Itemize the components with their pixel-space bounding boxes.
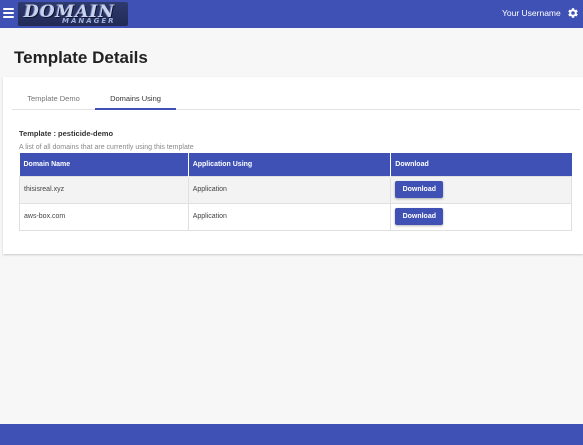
table-row: thisisreal.xyz Application Download [19,175,572,204]
app-logo[interactable]: DOMAIN MANAGER [18,2,128,26]
domain-name-cell: thisisreal.xyz [19,175,189,204]
app-header: DOMAIN MANAGER Your Username [0,0,583,28]
tab-domains-using[interactable]: Domains Using [95,87,176,110]
template-name-label: Template : pesticide-demo [19,129,114,138]
column-header-application-using[interactable]: Application Using [188,153,392,176]
tab-bar: Template Demo Domains Using [12,87,580,110]
application-cell: Application [187,175,392,204]
table-header-row: Domain Name Application Using Download [19,153,572,176]
hamburger-icon[interactable] [3,8,14,18]
page-title: Template Details [14,48,148,67]
download-button[interactable]: Download [395,208,444,225]
template-card: Template Demo Domains Using Template : p… [3,77,583,254]
app-footer [0,424,583,445]
download-button[interactable]: Download [395,181,444,198]
column-header-domain-name[interactable]: Domain Name [19,153,189,176]
download-cell: Download [390,202,572,231]
tab-template-demo[interactable]: Template Demo [12,87,95,110]
domain-name-cell: aws-box.com [19,202,189,231]
column-header-download[interactable]: Download [390,153,572,176]
download-cell: Download [390,175,572,204]
table-row: aws-box.com Application Download [19,202,572,231]
application-cell: Application [187,202,392,231]
active-tab-indicator [95,108,176,110]
template-description: A list of all domains that are currently… [19,144,194,151]
username-label[interactable]: Your Username [502,8,561,18]
gear-icon[interactable] [567,7,579,19]
logo-subtitle: MANAGER [62,17,116,25]
domains-table: Domain Name Application Using Download t… [19,153,572,231]
